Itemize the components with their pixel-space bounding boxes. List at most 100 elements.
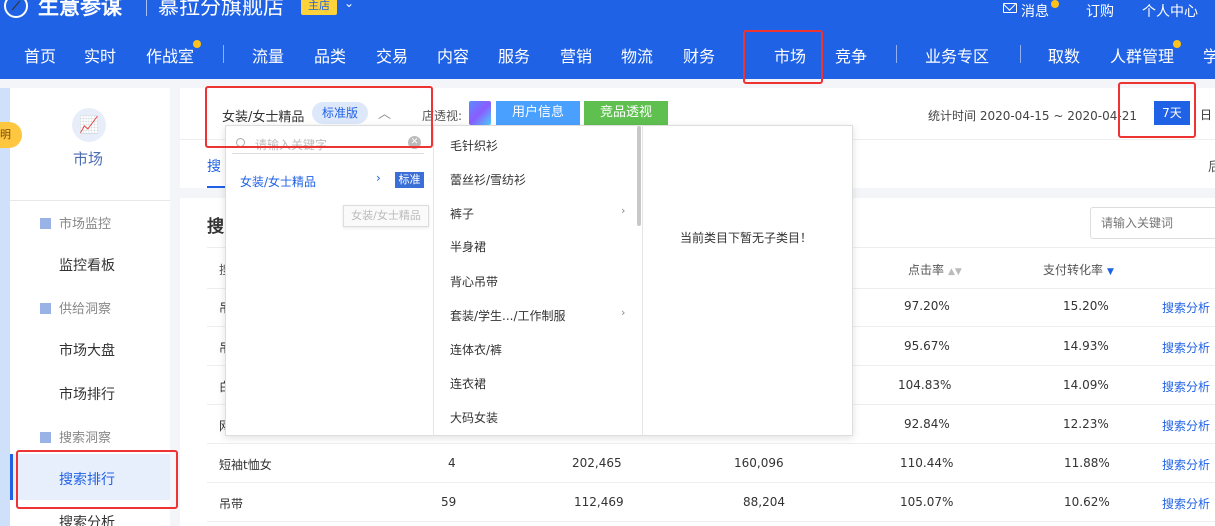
cell-pay-conversion: 11.88% bbox=[1064, 456, 1110, 470]
nav-audience[interactable]: 人群管理 bbox=[1110, 43, 1174, 67]
subcategory-item[interactable]: 大码女装 bbox=[450, 409, 498, 426]
divider bbox=[146, 0, 147, 16]
nav-service[interactable]: 服务 bbox=[498, 43, 530, 67]
sort-icon[interactable]: ▲▼ bbox=[948, 267, 962, 277]
col-header-pay-conversion[interactable]: 支付转化率 ▼ bbox=[1043, 261, 1114, 278]
search-analysis-link[interactable]: 搜索分析 bbox=[1162, 339, 1210, 356]
building-icon bbox=[40, 432, 51, 443]
nav-realtime[interactable]: 实时 bbox=[84, 43, 116, 67]
divider bbox=[207, 521, 1215, 522]
subcategory-item[interactable]: 蕾丝衫/雪纺衫 bbox=[450, 171, 526, 188]
cell-keyword: 短袖t恤女 bbox=[219, 458, 272, 472]
highlight-box-category bbox=[205, 86, 433, 148]
brand-title[interactable]: 生意参谋 bbox=[38, 0, 122, 21]
sidebar-item-monitor-board[interactable]: 监控看板 bbox=[59, 255, 115, 275]
search-analysis-link[interactable]: 搜索分析 bbox=[1162, 495, 1210, 512]
store-view-icon[interactable] bbox=[469, 101, 491, 125]
section-title: 搜 bbox=[207, 217, 224, 237]
nav-trade[interactable]: 交易 bbox=[376, 43, 408, 67]
sidebar-item-search-analysis[interactable]: 搜索分析 bbox=[59, 512, 115, 526]
category-tooltip: 女装/女士精品 bbox=[343, 205, 429, 227]
nav-divider bbox=[896, 45, 897, 63]
notification-dot bbox=[1051, 0, 1059, 8]
highlight-box-search-ranking bbox=[16, 450, 178, 509]
nav-content[interactable]: 内容 bbox=[437, 43, 469, 67]
side-strip bbox=[0, 88, 10, 526]
nav-logistics[interactable]: 物流 bbox=[621, 43, 653, 67]
period-day-button[interactable]: 日 bbox=[1200, 106, 1212, 123]
search-analysis-link[interactable]: 搜索分析 bbox=[1162, 417, 1210, 434]
module-title: 市场 bbox=[73, 150, 104, 168]
cell-pay-conversion: 14.09% bbox=[1063, 378, 1109, 392]
section-market-monitor: 市场监控 bbox=[40, 213, 111, 232]
search-analysis-link[interactable]: 搜索分析 bbox=[1162, 299, 1210, 316]
subcategory-item[interactable]: 裤子 bbox=[450, 205, 474, 222]
category-option-womens[interactable]: 女装/女士精品 bbox=[240, 173, 316, 190]
tab-right[interactable]: 后 bbox=[1208, 156, 1215, 175]
nav-divider bbox=[223, 45, 224, 63]
building-icon bbox=[40, 303, 51, 314]
subcategory-item[interactable]: 连衣裙 bbox=[450, 375, 486, 392]
subcategory-item[interactable]: 连体衣/裤 bbox=[450, 341, 502, 358]
cell-click-rate: 95.67% bbox=[904, 339, 950, 353]
shop-badge: 主店 bbox=[301, 0, 337, 15]
cell-rank: 59 bbox=[441, 495, 457, 509]
subcategory-item[interactable]: 背心吊带 bbox=[450, 273, 498, 290]
cell-pay-conversion: 12.23% bbox=[1063, 417, 1109, 431]
scrollbar-thumb[interactable] bbox=[637, 126, 641, 226]
notification-dot bbox=[1173, 40, 1181, 48]
mail-icon[interactable] bbox=[1003, 3, 1017, 13]
nav-home[interactable]: 首页 bbox=[24, 43, 56, 67]
sort-desc-icon[interactable]: ▼ bbox=[1107, 267, 1114, 277]
nav-war-room[interactable]: 作战室 bbox=[146, 43, 194, 67]
section-supply-insight: 供给洞察 bbox=[40, 298, 111, 317]
highlight-box-period bbox=[1118, 82, 1196, 138]
sidebar-item-market-ranking[interactable]: 市场排行 bbox=[59, 384, 115, 404]
chevron-down-icon[interactable]: ⌄ bbox=[344, 0, 354, 10]
highlight-box-market-nav bbox=[743, 30, 823, 84]
tab-search[interactable]: 搜 bbox=[207, 156, 221, 176]
cell-click-rate: 97.20% bbox=[904, 299, 950, 313]
chevron-right-icon[interactable]: › bbox=[376, 171, 381, 185]
divider bbox=[207, 443, 1215, 444]
nav-traffic[interactable]: 流量 bbox=[252, 43, 284, 67]
cell-value: 88,204 bbox=[743, 495, 785, 509]
empty-subcategory-message: 当前类目下暂无子类目！ bbox=[680, 231, 813, 245]
cell-click-rate: 104.83% bbox=[898, 378, 952, 392]
shop-name[interactable]: 慕拉分旗舰店 bbox=[158, 0, 284, 21]
subscribe-link[interactable]: 订购 bbox=[1086, 1, 1114, 21]
nav-divider bbox=[1020, 45, 1021, 63]
chevron-right-icon[interactable]: › bbox=[621, 204, 625, 217]
cell-click-rate: 105.07% bbox=[900, 495, 954, 509]
subcategory-item[interactable]: 半身裙 bbox=[450, 238, 486, 255]
account-center-link[interactable]: 个人中心 bbox=[1142, 1, 1198, 21]
nav-learn[interactable]: 学 bbox=[1203, 43, 1215, 67]
cell-pay-conversion: 10.62% bbox=[1064, 495, 1110, 509]
user-info-button[interactable]: 用户信息 bbox=[496, 101, 580, 125]
keyword-search-input[interactable] bbox=[1090, 207, 1215, 239]
divider bbox=[10, 200, 170, 201]
stat-time: 统计时间 2020-04-15 ~ 2020-04-21 bbox=[928, 109, 1137, 123]
nav-competition[interactable]: 竞争 bbox=[835, 43, 867, 67]
sidebar-item-market-overview[interactable]: 市场大盘 bbox=[59, 340, 115, 360]
competitor-view-button[interactable]: 竞品透视 bbox=[584, 101, 668, 125]
building-icon bbox=[40, 218, 51, 229]
nav-business-zone[interactable]: 业务专区 bbox=[925, 43, 989, 67]
standard-badge: 标准 bbox=[395, 172, 424, 188]
cell-value: 202,465 bbox=[572, 456, 622, 470]
nav-marketing[interactable]: 营销 bbox=[560, 43, 592, 67]
market-chart-icon: 📈 bbox=[72, 108, 106, 142]
nav-data-fetch[interactable]: 取数 bbox=[1048, 43, 1080, 67]
messages-link[interactable]: 消息 bbox=[1021, 1, 1049, 21]
cell-click-rate: 110.44% bbox=[900, 456, 954, 470]
nav-finance[interactable]: 财务 bbox=[683, 43, 715, 67]
search-analysis-link[interactable]: 搜索分析 bbox=[1162, 378, 1210, 395]
nav-category[interactable]: 品类 bbox=[314, 43, 346, 67]
cell-pay-conversion: 14.93% bbox=[1063, 339, 1109, 353]
subcategory-item[interactable]: 套装/学生.../工作制服 bbox=[450, 307, 566, 324]
col-header-click-rate[interactable]: 点击率 ▲▼ bbox=[908, 261, 962, 278]
chevron-right-icon[interactable]: › bbox=[621, 306, 625, 319]
search-analysis-link[interactable]: 搜索分析 bbox=[1162, 456, 1210, 473]
subcategory-item[interactable]: 毛针织衫 bbox=[450, 137, 498, 154]
cell-value: 112,469 bbox=[574, 495, 624, 509]
